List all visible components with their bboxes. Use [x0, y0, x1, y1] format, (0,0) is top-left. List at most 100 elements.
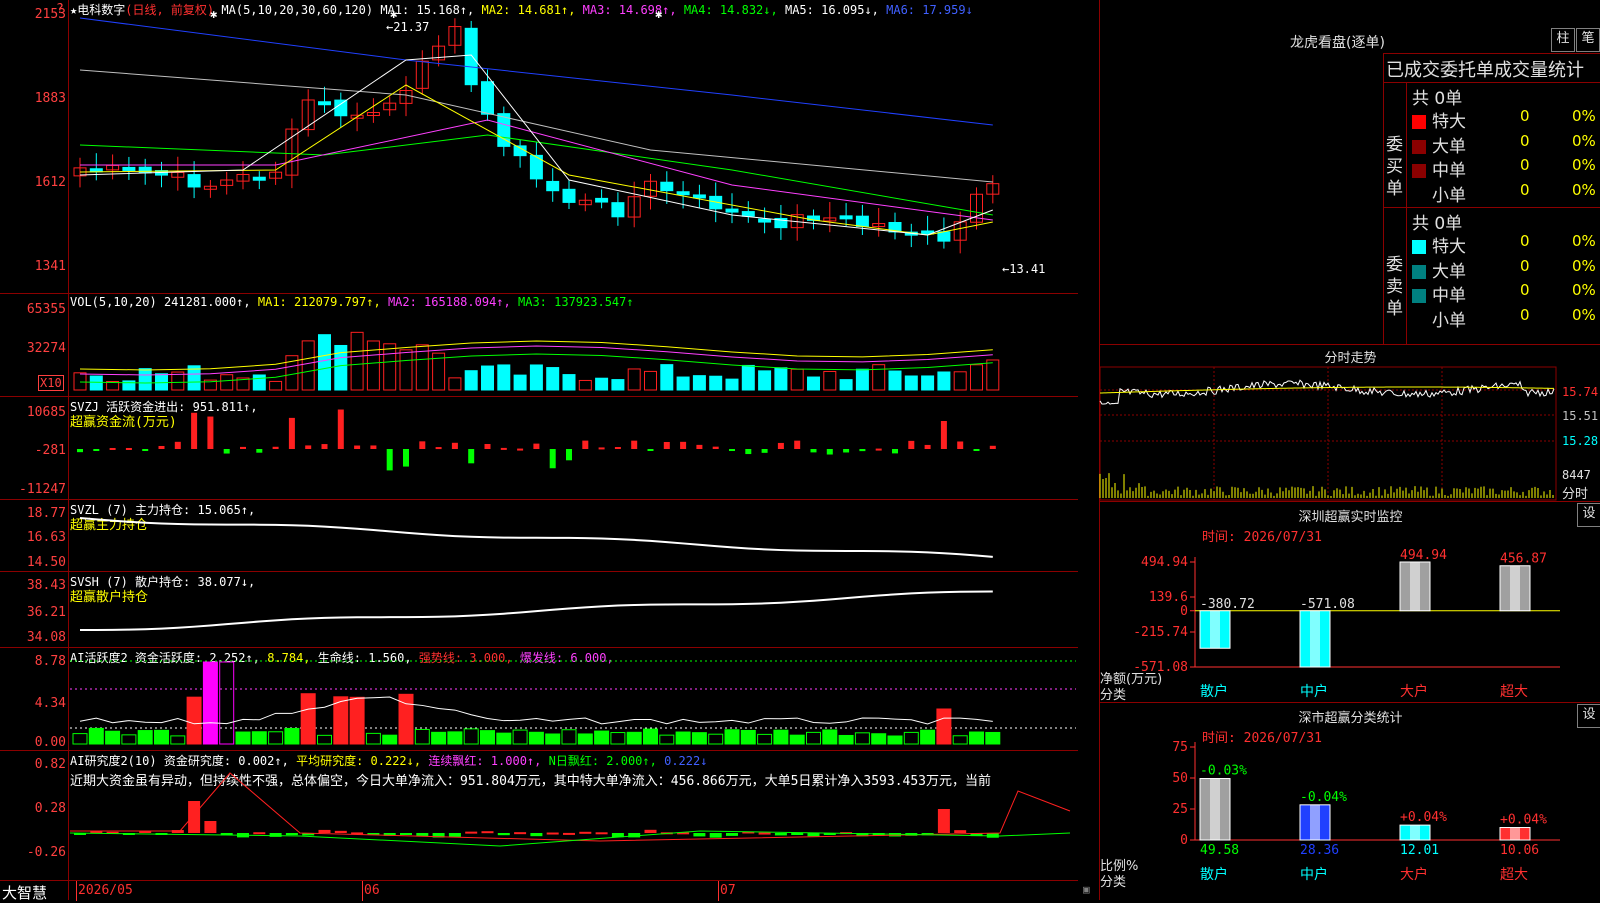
- flow-bar: [191, 412, 198, 449]
- flow-bar: [500, 447, 507, 450]
- price-panel[interactable]: ? ★电科数字(日线, 前复权) MA(5,10,20,30,60,120) M…: [0, 0, 1078, 294]
- candle-body: [692, 194, 706, 199]
- sz-monitor-panel[interactable]: 深圳超赢实时监控 设 时间: 2026/07/31 494.94 139.6 0 -2…: [1100, 501, 1600, 703]
- flow-bar: [745, 449, 752, 455]
- flow-bar: [370, 445, 377, 449]
- order-row: 小单 0 0%: [1412, 305, 1600, 331]
- axis-tick-label: 25: [1172, 802, 1188, 817]
- candle-body: [252, 176, 266, 181]
- activity-bar: [724, 729, 740, 745]
- bar-highlight: [1510, 565, 1520, 611]
- order-label: 小单: [1432, 185, 1466, 206]
- volume-bar: [709, 375, 723, 391]
- volume-panel[interactable]: VOL(5,10,20) 241281.000↑, MA1: 212079.79…: [0, 294, 1078, 397]
- bar-value-label: 49.58: [1200, 843, 1239, 858]
- research-bar: [204, 821, 217, 833]
- marker-star: ✱: [390, 7, 397, 21]
- classification-chart[interactable]: 75 50 25 0 -0.03% 49.58 散户 -0.04% 28.36 中户 +0.04% 1…: [1100, 703, 1600, 901]
- ai-research-panel[interactable]: AI研究度2(10) 资金研究度: 0.002↑, 平均研究度: 0.222↓,…: [0, 751, 1078, 863]
- svsh-panel[interactable]: SVSH (7) 散户持仓: 38.077↓, 超赢散户持仓 38.43 36.…: [0, 572, 1078, 648]
- activity-bar: [202, 661, 218, 745]
- research-bar: [937, 809, 950, 833]
- sz-xlabel: 分类: [1100, 688, 1127, 703]
- volume-bar: [546, 367, 560, 391]
- volume-bar: [481, 365, 494, 391]
- ai-activity-chart[interactable]: [0, 648, 1078, 750]
- order-row: 大单 0 0%: [1412, 132, 1600, 157]
- activity-bar: [268, 731, 284, 745]
- classification-panel[interactable]: 深市超赢分类统计 设 时间: 2026/07/31 75 50 25 0 -0.03% 4…: [1100, 702, 1600, 901]
- research-bar: [546, 832, 559, 835]
- intraday-panel[interactable]: 分时走势 15.74 15.51 15.28 8447 分时: [1099, 344, 1600, 502]
- sz-netflow-chart[interactable]: 494.94139.60-215.74-571.08-380.72散户-571.…: [1100, 502, 1600, 702]
- flow-bar: [337, 409, 344, 449]
- activity-bar: [431, 731, 447, 745]
- flow-bar: [435, 447, 442, 450]
- buy-total: 共 0单: [1412, 89, 1463, 109]
- candlestick-chart[interactable]: ✱ ✱ ✱: [0, 0, 1078, 293]
- bar-mode-button[interactable]: 柱: [1551, 28, 1575, 52]
- bar-highlight: [1410, 562, 1420, 611]
- flow-bar: [174, 441, 181, 449]
- low-price-label: ←13.41: [1002, 262, 1046, 276]
- volume-bar: [807, 376, 820, 391]
- flow-bar: [566, 449, 572, 461]
- flow-bar: [582, 440, 589, 449]
- category-label: 散户: [1200, 866, 1228, 883]
- flow-bar: [614, 447, 621, 450]
- intraday-chart[interactable]: [1099, 345, 1600, 501]
- flow-bar: [647, 449, 654, 451]
- ai-research-chart[interactable]: [0, 751, 1078, 863]
- right-panel: 柱 笔 龙虎看盘(逐单) 已成交委托单成交量统计 委买单 共 0单 特大 0 0% 大…: [1099, 0, 1600, 900]
- flow-bar: [924, 444, 931, 449]
- volume-bar: [301, 340, 315, 391]
- flow-bar: [207, 416, 214, 449]
- candle-body: [660, 181, 674, 192]
- ai-activity-panel[interactable]: AI活跃度2 资金活跃度: 2.252↑, 8.784, 生命线: 1.560,…: [0, 648, 1078, 751]
- date-bar[interactable]: 大智慧 2026/05 06 07 ▣: [0, 880, 1090, 902]
- flow-bar: [549, 449, 556, 469]
- volume-bar: [823, 370, 837, 391]
- activity-bar: [675, 731, 691, 745]
- order-count: 0: [1520, 305, 1530, 324]
- activity-bar: [708, 733, 724, 745]
- flow-bar: [598, 447, 605, 450]
- order-label: 中单: [1432, 161, 1466, 181]
- order-percent: 0%: [1572, 256, 1596, 275]
- color-swatch: [1412, 189, 1426, 203]
- activity-bar: [284, 727, 300, 745]
- activity-bar: [72, 733, 88, 745]
- lock-icon[interactable]: ▣: [1083, 883, 1090, 896]
- research-line: [70, 772, 1071, 842]
- activity-bar: [854, 732, 870, 745]
- activity-bar: [789, 734, 805, 745]
- flow-bar: [794, 440, 801, 449]
- color-swatch: [1412, 240, 1426, 254]
- candle-body: [937, 231, 951, 242]
- svzl-chart[interactable]: [0, 500, 1078, 571]
- activity-bar: [496, 732, 512, 745]
- volume-chart[interactable]: [0, 294, 1078, 396]
- candle-body: [611, 202, 625, 218]
- candle-body: [855, 215, 869, 227]
- svzj-panel[interactable]: SVZJ 活跃资金进出: 951.811↑, 超赢资金流(万元) 10685 -…: [0, 397, 1078, 500]
- category-label: 大户: [1400, 866, 1428, 883]
- research-bar: [791, 833, 804, 835]
- color-swatch: [1412, 314, 1426, 328]
- activity-bar: [740, 729, 756, 745]
- candle-body: [334, 99, 348, 117]
- activity-bar: [985, 731, 1001, 745]
- order-percent: 0%: [1572, 156, 1596, 174]
- volume-bar: [138, 368, 152, 391]
- activity-bar: [300, 693, 316, 745]
- bar-value-label: +0.04%: [1500, 813, 1547, 828]
- flow-bar: [240, 446, 246, 449]
- svsh-chart[interactable]: [0, 572, 1078, 647]
- tick-mode-button[interactable]: 笔: [1576, 28, 1600, 52]
- svzl-panel[interactable]: SVZL (7) 主力持仓: 15.065↑, 超赢主力持仓 18.77 16.…: [0, 500, 1078, 572]
- research-bar: [188, 801, 201, 833]
- activity-bar: [512, 729, 528, 745]
- activity-bar: [349, 696, 365, 745]
- color-swatch: [1412, 139, 1426, 154]
- svzj-chart[interactable]: [0, 397, 1078, 499]
